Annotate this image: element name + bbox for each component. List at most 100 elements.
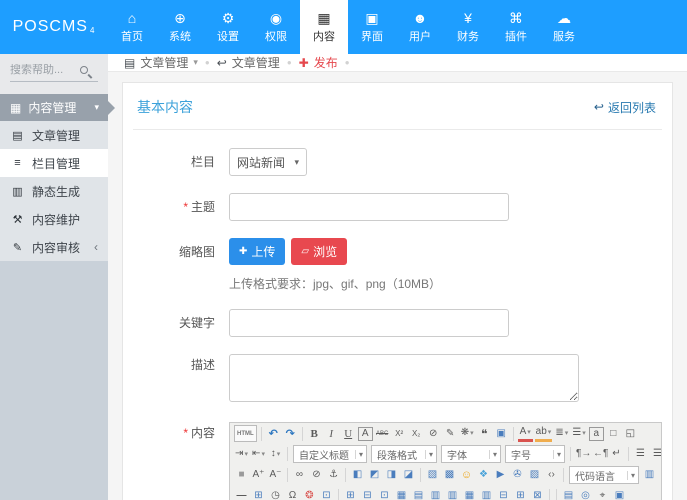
justify-icon[interactable]: ■ — [234, 467, 249, 484]
eraser-icon[interactable]: ⊘ — [426, 425, 441, 442]
row-below-icon[interactable]: ▤ — [411, 487, 426, 500]
link-icon[interactable]: ∞ — [292, 467, 307, 484]
description-textarea[interactable] — [229, 354, 579, 402]
img-align-bottom-icon[interactable]: ◪ — [401, 467, 416, 484]
align-center-icon[interactable]: ☰ — [650, 446, 661, 463]
emoticon-icon[interactable]: ☺ — [459, 467, 474, 484]
strikethrough-icon[interactable]: ABC — [375, 425, 390, 442]
collapse-icon[interactable]: ‹ — [94, 240, 98, 254]
new-doc-icon[interactable]: □ — [606, 425, 621, 442]
row-above-icon[interactable]: ▦ — [394, 487, 409, 500]
align-left-icon[interactable]: ☰ — [633, 446, 648, 463]
keywords-input[interactable] — [229, 309, 509, 337]
line-height-icon[interactable]: ↕▾ — [268, 446, 283, 463]
table-delete-icon[interactable]: ⊠ — [530, 487, 545, 500]
search-icon[interactable] — [80, 66, 88, 74]
gallery-icon[interactable]: ▨ — [527, 467, 542, 484]
italic-icon[interactable]: I — [324, 425, 339, 442]
upload-button[interactable]: ✚ 上传 — [229, 238, 285, 265]
nav-item-ui[interactable]: ▣界面 — [348, 0, 396, 54]
anchor-icon[interactable]: ⚓ — [326, 467, 341, 484]
forecolor-icon[interactable]: A▾ — [518, 425, 533, 442]
col-delete-icon[interactable]: ▥ — [479, 487, 494, 500]
redo-icon[interactable]: ↷ — [283, 425, 298, 442]
anchor-a-icon[interactable]: a — [589, 427, 604, 441]
find-replace-icon[interactable]: ⌖ — [595, 487, 610, 500]
multi-image-icon[interactable]: ▩ — [442, 467, 457, 484]
img-align-right-icon[interactable]: ◨ — [384, 467, 399, 484]
logo[interactable]: POSCMS 4 — [0, 0, 108, 54]
table-insert-icon[interactable]: ⊞ — [343, 487, 358, 500]
video-icon[interactable]: ▶ — [493, 467, 508, 484]
nav-item-service[interactable]: ☁服务 — [540, 0, 588, 54]
font-border-icon[interactable]: A — [358, 427, 373, 441]
sidebar-item-static-generate[interactable]: ▥静态生成 — [0, 177, 108, 205]
crumb-back-article-manage[interactable]: ↩文章管理 — [217, 54, 280, 71]
back-to-list-link[interactable]: ↩ 返回列表 — [594, 99, 656, 116]
print-icon[interactable]: ▤ — [561, 487, 576, 500]
search-input[interactable] — [10, 64, 74, 76]
sidebar-item-content-maintain[interactable]: ⚒内容维护 — [0, 205, 108, 233]
insert-code-icon[interactable]: ▥ — [642, 467, 657, 484]
nav-item-settings[interactable]: ⚙设置 — [204, 0, 252, 54]
ltr-icon[interactable]: ¶→ — [575, 446, 590, 463]
blockquote-icon[interactable]: ❝ — [477, 425, 492, 442]
nav-item-home[interactable]: ⌂首页 — [108, 0, 156, 54]
paragraph-format-select[interactable]: 段落格式▾ — [371, 445, 437, 463]
category-select[interactable]: 网站新闻 ▾ — [229, 148, 307, 176]
clock-icon[interactable]: ◷ — [268, 487, 283, 500]
sidebar-item-article-manage[interactable]: ▤文章管理 — [0, 121, 108, 149]
fullscreen-icon[interactable]: ◱ — [623, 425, 638, 442]
cell-prop-icon[interactable]: ⊡ — [377, 487, 392, 500]
calendar-icon[interactable]: ⊞ — [251, 487, 266, 500]
nav-item-content[interactable]: ▦内容 — [300, 0, 348, 54]
wrap-icon[interactable]: ↵ — [609, 446, 624, 463]
nav-item-plugin[interactable]: ⌘插件 — [492, 0, 540, 54]
format-painter-icon[interactable]: ❋▾ — [460, 425, 475, 442]
font-size-select[interactable]: 字号▾ — [505, 445, 565, 463]
col-right-icon[interactable]: ▥ — [445, 487, 460, 500]
outdent-icon[interactable]: ⇤▾ — [251, 446, 266, 463]
map-icon[interactable]: ❖ — [476, 467, 491, 484]
underline-icon[interactable]: U — [341, 425, 356, 442]
paste-word-icon[interactable]: ▣ — [494, 425, 509, 442]
iframe-icon[interactable]: ⊡ — [319, 487, 334, 500]
code-block-icon[interactable]: ‹› — [544, 467, 559, 484]
nav-item-auth[interactable]: ◉权限 — [252, 0, 300, 54]
crumb-article-manage[interactable]: ▤文章管理▾ — [124, 54, 198, 71]
image-icon[interactable]: ▧ — [425, 467, 440, 484]
subject-input[interactable] — [229, 193, 509, 221]
nav-item-user[interactable]: ☻用户 — [396, 0, 444, 54]
row-delete-icon[interactable]: ▦ — [462, 487, 477, 500]
sidebar-section-content-manage[interactable]: ▦ 内容管理 ▾ — [0, 94, 108, 121]
custom-title-select[interactable]: 自定义标题▾ — [293, 445, 367, 463]
cell-split-icon[interactable]: ⊞ — [513, 487, 528, 500]
unlink-icon[interactable]: ⊘ — [309, 467, 324, 484]
crumb-publish[interactable]: ✚发布 — [299, 54, 338, 71]
img-align-left-icon[interactable]: ◧ — [350, 467, 365, 484]
font-family-select[interactable]: 字体▾ — [441, 445, 501, 463]
rtl-icon[interactable]: ←¶ — [592, 446, 607, 463]
font-reduce-icon[interactable]: A⁻ — [268, 467, 283, 484]
bold-icon[interactable]: B — [307, 425, 322, 442]
source-icon[interactable]: HTML — [234, 425, 257, 442]
special-char-icon[interactable]: Ω — [285, 487, 300, 500]
hr-icon[interactable]: — — [234, 487, 249, 500]
browse-button[interactable]: ▱ 浏览 — [291, 238, 347, 265]
superscript-icon[interactable]: X² — [392, 425, 407, 442]
hilitecolor-icon[interactable]: ab▾ — [535, 425, 553, 442]
col-left-icon[interactable]: ▥ — [428, 487, 443, 500]
code-language-select[interactable]: 代码语言▾ — [569, 466, 639, 484]
img-align-top-icon[interactable]: ◩ — [367, 467, 382, 484]
sidebar-item-category-manage[interactable]: ≡栏目管理 — [0, 149, 108, 177]
sidebar-item-content-audit[interactable]: ✎内容审核‹ — [0, 233, 108, 261]
nav-item-finance[interactable]: ¥财务 — [444, 0, 492, 54]
unordered-list-icon[interactable]: ☰▾ — [571, 425, 586, 442]
subscript-icon[interactable]: X₂ — [409, 425, 424, 442]
baidu-map-icon[interactable]: ❂ — [302, 487, 317, 500]
undo-icon[interactable]: ↶ — [266, 425, 281, 442]
paste-icon[interactable]: ▣ — [612, 487, 627, 500]
table-prop-icon[interactable]: ⊟ — [360, 487, 375, 500]
attachment-icon[interactable]: ✇ — [510, 467, 525, 484]
nav-item-system[interactable]: ⊕系统 — [156, 0, 204, 54]
